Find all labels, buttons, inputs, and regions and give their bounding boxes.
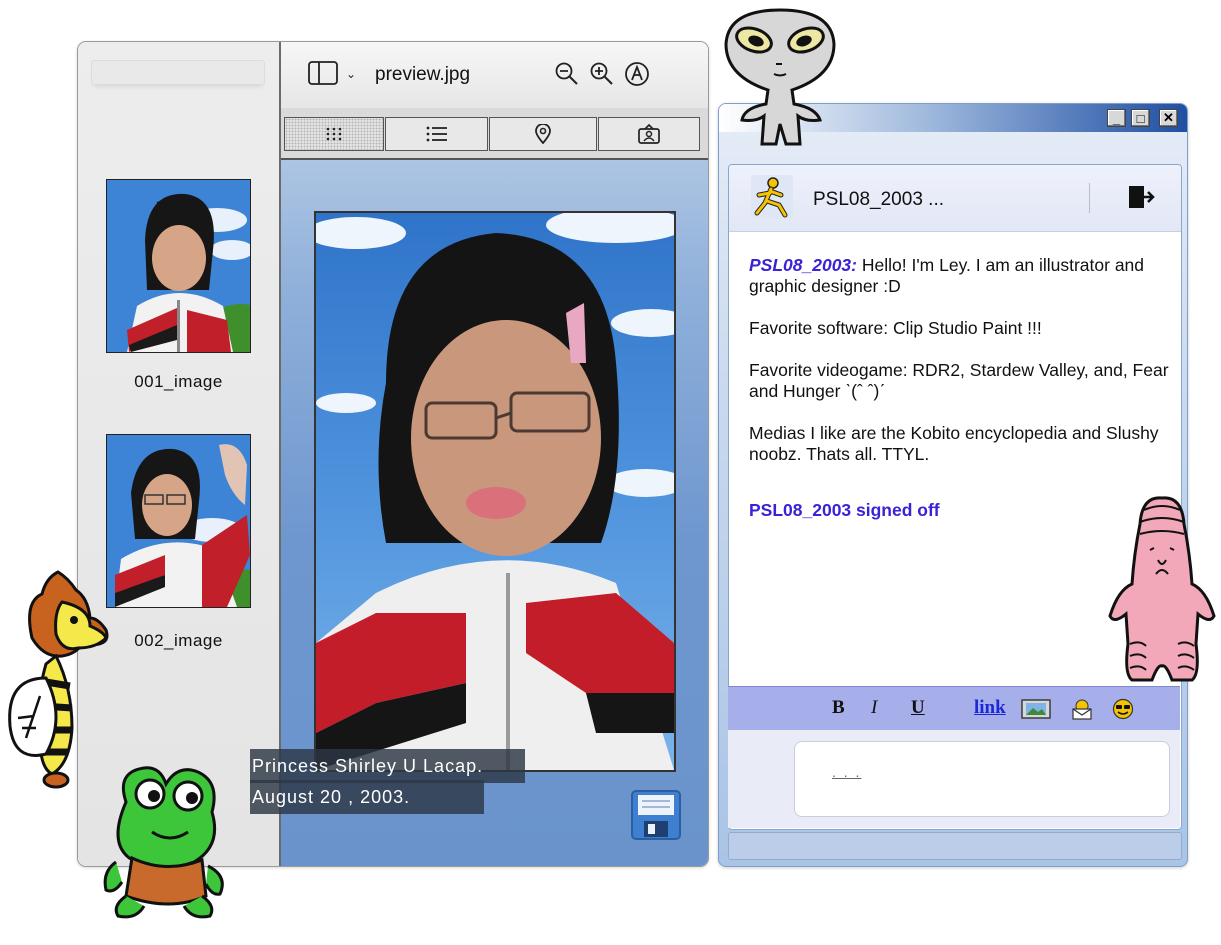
message-input-value: . . . bbox=[832, 764, 862, 780]
main-photo bbox=[314, 211, 676, 772]
chat-message: PSL08_2003: Hello! I'm Ley. I am an illu… bbox=[749, 255, 1173, 297]
tab-list-view[interactable] bbox=[385, 117, 488, 151]
message-sender: PSL08_2003: bbox=[749, 255, 857, 275]
alien-doodle bbox=[724, 8, 836, 146]
bee-doodle bbox=[8, 570, 109, 789]
zoom-in-icon[interactable] bbox=[589, 61, 615, 87]
underline-button[interactable]: U bbox=[911, 697, 925, 719]
pink-creature-doodle bbox=[1108, 496, 1216, 682]
im-window: _ □ ✕ PSL08_2003 ... PSL08_2003: Hello! … bbox=[718, 103, 1188, 867]
thumbnail-001-image bbox=[107, 180, 250, 352]
running-man-buddy-icon bbox=[751, 175, 793, 219]
header-divider bbox=[1089, 183, 1090, 213]
sign-out-icon[interactable] bbox=[1127, 183, 1157, 211]
thumbnail-002[interactable] bbox=[106, 434, 251, 608]
close-button[interactable]: ✕ bbox=[1159, 109, 1178, 127]
link-button[interactable]: link bbox=[974, 697, 1006, 719]
thumbnail-001-label: 001_image bbox=[134, 372, 223, 391]
markup-icon[interactable] bbox=[624, 61, 650, 87]
frog-doodle bbox=[103, 766, 224, 919]
preview-main-panel: ⌄ preview.jpg bbox=[281, 42, 708, 866]
chat-header: PSL08_2003 ... bbox=[729, 165, 1181, 232]
sidebar-toggle-icon[interactable] bbox=[308, 61, 338, 85]
maximize-button[interactable]: □ bbox=[1131, 109, 1150, 127]
email-icon[interactable] bbox=[1071, 698, 1093, 720]
zoom-out-icon[interactable] bbox=[554, 61, 580, 87]
chat-message: Favorite software: Clip Studio Paint !!! bbox=[749, 318, 1042, 338]
person-tag-icon bbox=[638, 124, 660, 144]
caption-name: Princess Shirley U Lacap. bbox=[250, 749, 525, 783]
smiley-icon[interactable] bbox=[1112, 698, 1134, 720]
chat-message: Favorite videogame: RDR2, Stardew Valley… bbox=[749, 360, 1169, 401]
chat-message: Medias I like are the Kobito encyclopedi… bbox=[749, 423, 1159, 464]
im-status-bar bbox=[728, 832, 1182, 860]
view-tab-bar bbox=[281, 108, 708, 160]
list-icon bbox=[426, 126, 447, 142]
floppy-save-icon[interactable] bbox=[630, 789, 682, 841]
document-title: preview.jpg bbox=[375, 64, 471, 85]
minimize-button[interactable]: _ bbox=[1107, 109, 1126, 127]
thumbnail-001[interactable] bbox=[106, 179, 251, 353]
chevron-down-icon[interactable]: ⌄ bbox=[346, 67, 356, 81]
location-pin-icon bbox=[535, 124, 551, 144]
format-toolbar: B I U link bbox=[728, 686, 1180, 731]
buddy-name: PSL08_2003 ... bbox=[813, 189, 944, 210]
caption-date: August 20 , 2003. bbox=[250, 780, 484, 814]
portrait-photo-image bbox=[316, 213, 674, 770]
preview-window: 001_image 002_image ⌄ preview.jpg bbox=[77, 41, 709, 867]
insert-image-icon[interactable] bbox=[1021, 699, 1051, 719]
bold-button[interactable]: B bbox=[832, 697, 845, 719]
italic-button[interactable]: I bbox=[871, 697, 877, 719]
tab-person-view[interactable] bbox=[598, 117, 700, 151]
message-input[interactable]: . . . bbox=[794, 741, 1170, 817]
sidebar-search-field[interactable] bbox=[91, 60, 265, 85]
thumbnail-002-image bbox=[107, 435, 250, 607]
tab-grid-view[interactable] bbox=[284, 117, 384, 151]
grid-icon bbox=[326, 127, 342, 141]
tab-location-view[interactable] bbox=[489, 117, 597, 151]
compose-area: . . . bbox=[728, 730, 1180, 828]
preview-toolbar: ⌄ preview.jpg bbox=[281, 42, 708, 109]
